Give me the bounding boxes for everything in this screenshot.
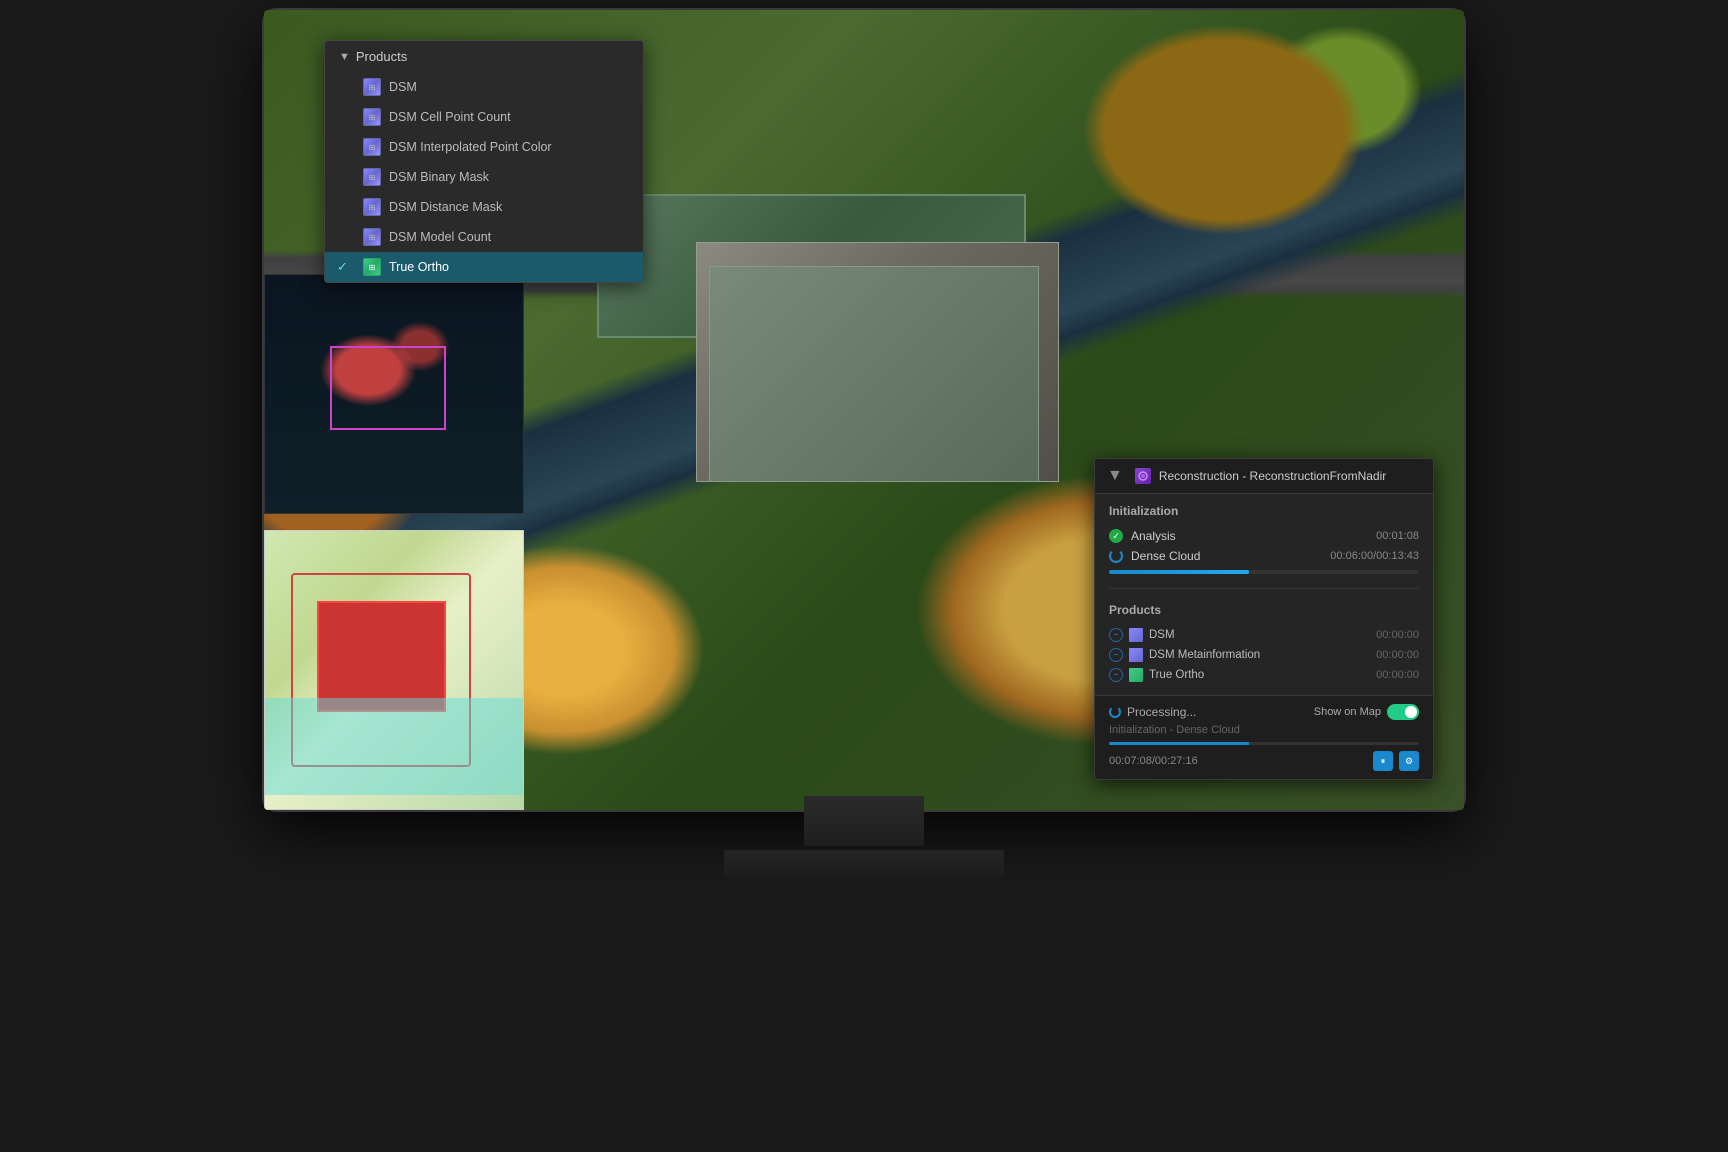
- dsm-cell-icon: ⊞: [363, 108, 381, 126]
- dsm-interp-label: DSM Interpolated Point Color: [389, 140, 552, 154]
- footer-timer: 00:07:08/00:27:16: [1109, 755, 1198, 767]
- product-true-ortho-row: True Ortho 00:00:00: [1109, 665, 1419, 685]
- panel-title-icon: [1135, 468, 1151, 484]
- panel-title-bar: ▼ Reconstruction - ReconstructionFromNad…: [1095, 459, 1433, 494]
- screen: ▼ Products ⊞ DSM ⊞ DSM Cell Point Count: [264, 10, 1464, 810]
- product-dsm-time: 00:00:00: [1376, 629, 1419, 641]
- product-dsm-row: DSM 00:00:00: [1109, 625, 1419, 645]
- panel-purple-outline: [330, 346, 446, 429]
- map-red-box: [317, 601, 446, 712]
- product-icon-dsm: [1129, 628, 1143, 642]
- dense-cloud-progress-bar: [1109, 570, 1419, 574]
- section-divider: [1109, 588, 1419, 589]
- dsm-icon: ⊞: [363, 78, 381, 96]
- initialization-label: Initialization: [1109, 504, 1419, 518]
- dense-cloud-row: Dense Cloud 00:06:00/00:13:43: [1109, 546, 1419, 566]
- dropdown-item-dsm-cell[interactable]: ⊞ DSM Cell Point Count: [325, 102, 643, 132]
- dsm-model-icon: ⊞: [363, 228, 381, 246]
- dropdown-item-dsm-interp[interactable]: ⊞ DSM Interpolated Point Color: [325, 132, 643, 162]
- clock-icon-dsm: [1109, 628, 1123, 642]
- processing-text: Processing...: [1127, 705, 1196, 719]
- analysis-row: ✓ Analysis 00:01:08: [1109, 526, 1419, 546]
- processing-subtitle: Initialization - Dense Cloud: [1109, 724, 1419, 736]
- product-true-ortho-time: 00:00:00: [1376, 669, 1419, 681]
- left-panels: [264, 274, 524, 810]
- collapse-arrow[interactable]: ▼: [339, 51, 350, 63]
- product-dsm-meta-time: 00:00:00: [1376, 649, 1419, 661]
- panel-arrow[interactable]: ▼: [1107, 467, 1123, 485]
- panel-infrared: [264, 274, 524, 514]
- analysis-time: 00:01:08: [1376, 530, 1419, 542]
- stand-base: [724, 850, 1004, 880]
- pause-button[interactable]: ⏸: [1373, 751, 1393, 771]
- stand-neck: [804, 796, 924, 846]
- dsm-distance-icon: ⊞: [363, 198, 381, 216]
- monitor-frame: ▼ Products ⊞ DSM ⊞ DSM Cell Point Count: [284, 30, 1444, 790]
- dsm-distance-label: DSM Distance Mask: [389, 200, 502, 214]
- panel-title: Reconstruction - ReconstructionFromNadir: [1159, 469, 1386, 483]
- product-dsm-label: DSM: [1149, 629, 1175, 641]
- true-ortho-label: True Ortho: [389, 260, 449, 274]
- dropdown-title: Products: [356, 49, 407, 64]
- check-mark: ✓: [337, 259, 351, 275]
- product-dsm-meta-row: DSM Metainformation 00:00:00: [1109, 645, 1419, 665]
- footer-progress-fill: [1109, 742, 1249, 745]
- show-on-map-label: Show on Map: [1314, 706, 1381, 718]
- dsm-interp-icon: ⊞: [363, 138, 381, 156]
- monitor-stand: [724, 796, 1004, 880]
- true-ortho-icon: ⊞: [363, 258, 381, 276]
- product-true-ortho-label: True Ortho: [1149, 669, 1204, 681]
- dense-cloud-spinner: [1109, 549, 1123, 563]
- products-section-label: Products: [1109, 603, 1419, 617]
- footer-actions: ⏸ ⚙: [1373, 751, 1419, 771]
- products-section: Products DSM 00:00:00: [1095, 593, 1433, 695]
- panel-map: [264, 530, 524, 810]
- dense-cloud-label: Dense Cloud: [1131, 549, 1200, 563]
- scene: ▼ Products ⊞ DSM ⊞ DSM Cell Point Count: [0, 0, 1728, 1152]
- show-on-map-toggle[interactable]: [1387, 704, 1419, 720]
- dense-cloud-progress-fill: [1109, 570, 1249, 574]
- processing-footer: Processing... Show on Map Initialization…: [1095, 695, 1433, 779]
- clock-icon-true-ortho: [1109, 668, 1123, 682]
- clock-icon-dsm-meta: [1109, 648, 1123, 662]
- dense-cloud-time: 00:06:00/00:13:43: [1330, 550, 1419, 562]
- dropdown-item-dsm[interactable]: ⊞ DSM: [325, 72, 643, 102]
- products-dropdown: ▼ Products ⊞ DSM ⊞ DSM Cell Point Count: [324, 40, 644, 283]
- processing-label-row: Processing...: [1109, 705, 1196, 719]
- analysis-label: Analysis: [1131, 529, 1176, 543]
- processing-spinner: [1109, 706, 1121, 718]
- dropdown-item-dsm-model[interactable]: ⊞ DSM Model Count: [325, 222, 643, 252]
- dropdown-item-dsm-binary[interactable]: ⊞ DSM Binary Mask: [325, 162, 643, 192]
- show-on-map[interactable]: Show on Map: [1314, 704, 1419, 720]
- processing-panel: ▼ Reconstruction - ReconstructionFromNad…: [1094, 458, 1434, 780]
- footer-time-row: 00:07:08/00:27:16 ⏸ ⚙: [1109, 751, 1419, 771]
- analysis-check: ✓: [1109, 529, 1123, 543]
- map-cyan-area: [265, 698, 523, 795]
- building-roof: [709, 266, 1039, 482]
- dsm-binary-icon: ⊞: [363, 168, 381, 186]
- toggle-knob: [1405, 706, 1417, 718]
- dropdown-header: ▼ Products: [325, 41, 643, 72]
- product-dsm-meta-label: DSM Metainformation: [1149, 649, 1260, 661]
- initialization-section: Initialization ✓ Analysis 00:01:08: [1095, 494, 1433, 584]
- dsm-binary-label: DSM Binary Mask: [389, 170, 489, 184]
- footer-progress-bar: [1109, 742, 1419, 745]
- monitor-outer: ▼ Products ⊞ DSM ⊞ DSM Cell Point Count: [264, 10, 1464, 810]
- settings-button[interactable]: ⚙: [1399, 751, 1419, 771]
- dropdown-item-true-ortho[interactable]: ✓ ⊞ True Ortho: [325, 252, 643, 282]
- product-icon-dsm-meta: [1129, 648, 1143, 662]
- processing-status-row: Processing... Show on Map: [1109, 704, 1419, 720]
- dsm-label: DSM: [389, 80, 417, 94]
- dsm-model-label: DSM Model Count: [389, 230, 491, 244]
- dsm-cell-label: DSM Cell Point Count: [389, 110, 511, 124]
- product-icon-true-ortho: [1129, 668, 1143, 682]
- screen-content: ▼ Products ⊞ DSM ⊞ DSM Cell Point Count: [264, 10, 1464, 810]
- dropdown-item-dsm-distance[interactable]: ⊞ DSM Distance Mask: [325, 192, 643, 222]
